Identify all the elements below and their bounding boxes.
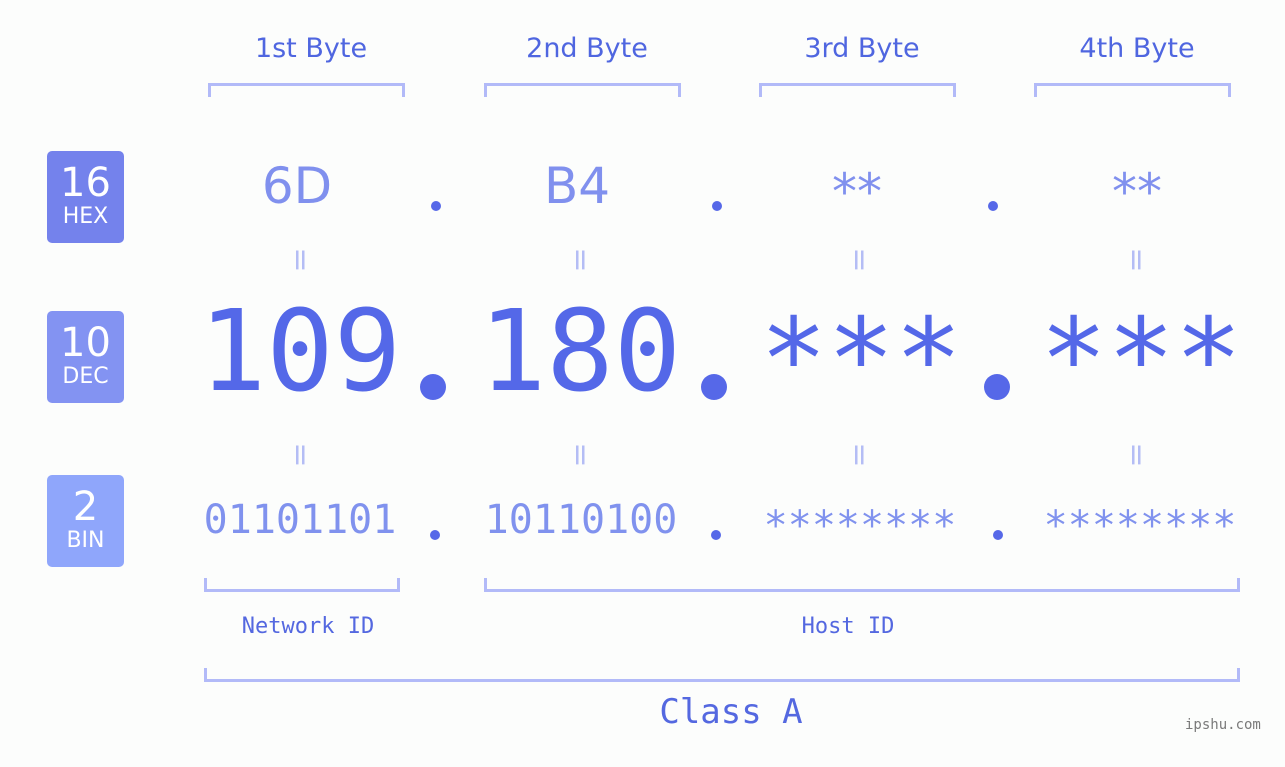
bin-value-4: ******** [1043, 503, 1237, 549]
byte-bracket-2 [484, 83, 681, 97]
dec-value-4: *** [1039, 295, 1243, 425]
class-label: Class A [659, 692, 803, 732]
dec-base: 10 [60, 320, 111, 366]
hex-dot-3 [988, 201, 998, 211]
hex-base: 16 [60, 160, 111, 206]
hex-label: HEX [62, 204, 109, 229]
dec-dot-3 [984, 374, 1010, 400]
hex-badge: 16 HEX [47, 151, 124, 243]
dec-value-1: 109 [198, 287, 402, 417]
byte-label-3: 3rd Byte [804, 33, 920, 64]
dec-badge: 10 DEC [47, 311, 124, 403]
dec-dot-1 [420, 374, 446, 400]
dec-value-2: 180 [478, 287, 682, 417]
bin-value-3: ******** [763, 503, 957, 549]
watermark: ipshu.com [1185, 717, 1261, 733]
bin-value-2: 10110100 [484, 497, 678, 543]
dec-dot-2 [701, 374, 727, 400]
byte-label-1: 1st Byte [254, 33, 368, 64]
equals-icon: = [842, 442, 877, 468]
hex-dot-2 [712, 201, 722, 211]
bin-dot-1 [430, 530, 440, 540]
bin-base: 2 [72, 484, 99, 530]
equals-icon: = [1119, 247, 1154, 273]
class-bracket [204, 668, 1240, 682]
network-id-label: Network ID [241, 614, 375, 639]
equals-icon: = [563, 442, 598, 468]
byte-bracket-4 [1034, 83, 1231, 97]
equals-icon: = [842, 247, 877, 273]
byte-bracket-3 [759, 83, 956, 97]
bin-value-1: 01101101 [203, 497, 397, 543]
hex-value-3: ** [832, 163, 882, 221]
equals-icon: = [1119, 442, 1154, 468]
network-id-bracket [204, 578, 400, 592]
hex-value-1: 6D [261, 157, 333, 215]
dec-label: DEC [62, 364, 109, 389]
equals-icon: = [563, 247, 598, 273]
host-id-label: Host ID [801, 614, 895, 639]
byte-bracket-1 [208, 83, 405, 97]
host-id-bracket [484, 578, 1240, 592]
bin-dot-3 [993, 530, 1003, 540]
hex-value-2: B4 [543, 157, 611, 215]
bin-badge: 2 BIN [47, 475, 124, 567]
byte-label-4: 4th Byte [1079, 33, 1195, 64]
hex-value-4: ** [1112, 163, 1162, 221]
byte-label-2: 2nd Byte [526, 33, 648, 64]
bin-dot-2 [711, 530, 721, 540]
equals-icon: = [283, 442, 318, 468]
equals-icon: = [283, 247, 318, 273]
hex-dot-1 [431, 201, 441, 211]
bin-label: BIN [66, 528, 105, 553]
dec-value-3: *** [759, 295, 963, 425]
